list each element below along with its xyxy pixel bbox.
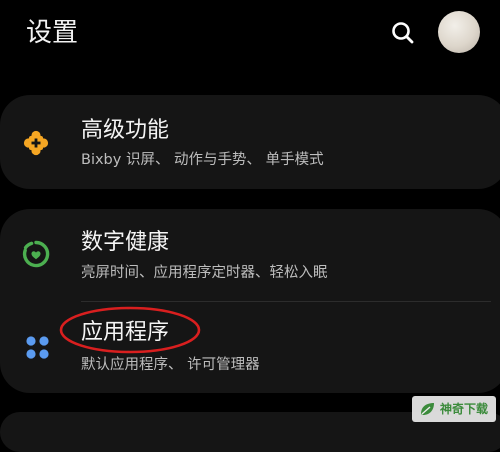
apps-dots-icon — [24, 334, 52, 362]
page-title: 设置 — [26, 18, 79, 48]
settings-item-title: 高级功能 — [81, 118, 170, 143]
settings-item-advanced-features[interactable]: 高级功能 Bixby 识屏、 动作与手势、 单手模式 — [0, 97, 500, 187]
search-button[interactable] — [388, 18, 418, 48]
watermark: 神奇下载 — [412, 396, 496, 422]
header: 设置 — [0, 0, 500, 70]
divider — [81, 301, 491, 302]
settings-item-subtitle: 默认应用程序、 许可管理器 — [81, 357, 260, 373]
leaf-logo-icon — [418, 400, 436, 418]
watermark-text: 神奇下载 — [440, 402, 489, 416]
avatar[interactable] — [438, 11, 480, 53]
settings-item-title: 数字健康 — [81, 230, 170, 255]
settings-item-subtitle: 亮屏时间、应用程序定时器、轻松入眠 — [81, 265, 328, 281]
digital-wellbeing-icon — [22, 240, 50, 268]
annotation-circle — [58, 304, 202, 356]
puzzle-plus-icon — [22, 129, 50, 157]
settings-item-digital-wellbeing[interactable]: 数字健康 亮屏时间、应用程序定时器、轻松入眠 — [0, 211, 500, 301]
settings-item-subtitle: Bixby 识屏、 动作与手势、 单手模式 — [81, 152, 324, 168]
search-icon — [392, 22, 414, 44]
